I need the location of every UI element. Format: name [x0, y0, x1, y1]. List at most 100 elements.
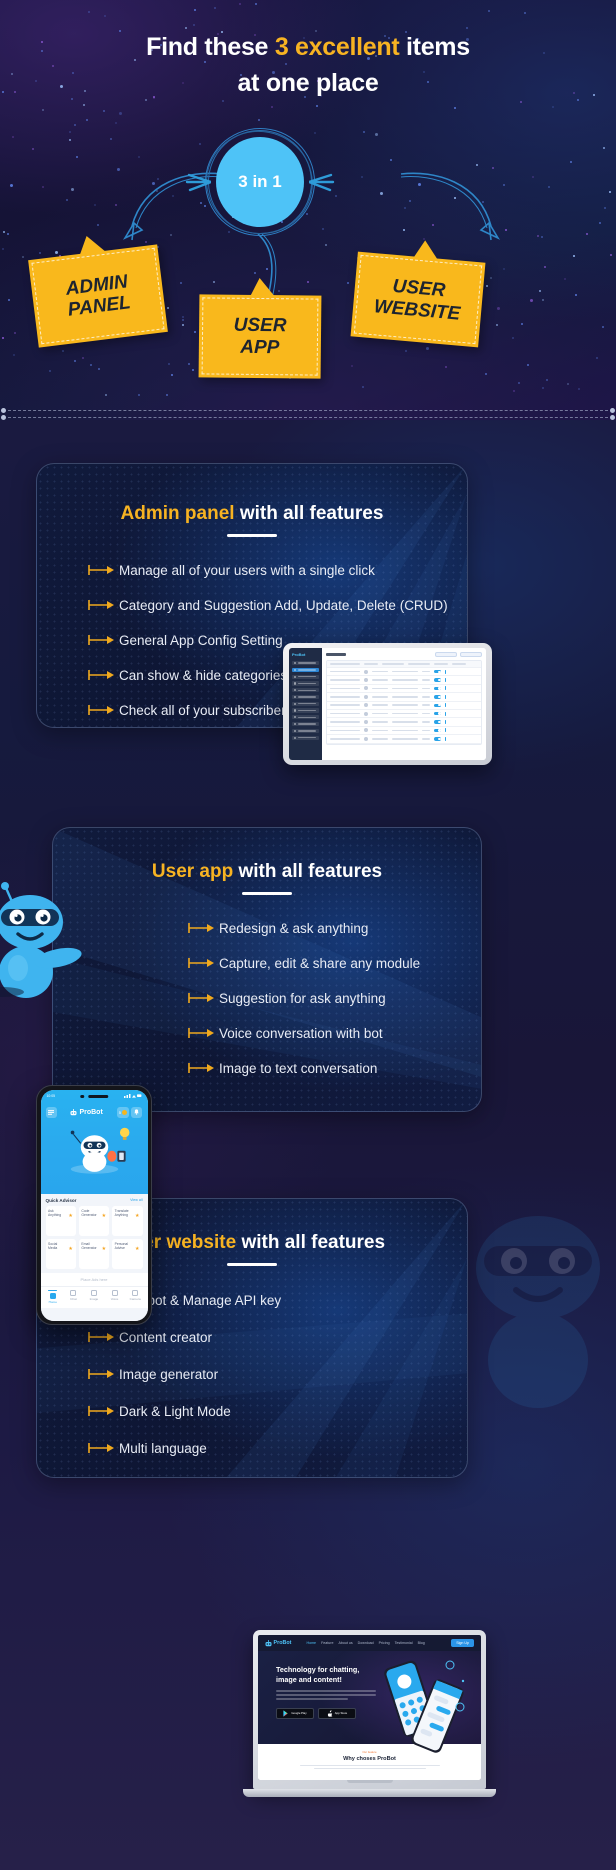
feature-label: Image generator: [119, 1367, 219, 1382]
status-icons: [123, 1093, 142, 1099]
tile-email-generator[interactable]: ★ Email Generator: [78, 1238, 110, 1269]
feature-row: Content creator: [87, 1330, 467, 1346]
app-store-badge[interactable]: App Store: [318, 1707, 356, 1719]
sidebar-item-transaction[interactable]: [292, 681, 319, 686]
ads-placeholder: Place Ads here: [40, 1272, 148, 1286]
website-logo[interactable]: ProBot: [265, 1639, 291, 1647]
nav-link-feature[interactable]: Feature: [321, 1641, 333, 1645]
nav-image[interactable]: Image: [84, 1289, 105, 1305]
menu-icon[interactable]: [45, 1106, 57, 1118]
nav-link-download[interactable]: Download: [358, 1641, 374, 1645]
table-header-row: [327, 661, 481, 668]
sidebar-item-chat-log[interactable]: [292, 708, 319, 713]
sidebar-item-subscriber[interactable]: [292, 688, 319, 693]
tile-translate-anything[interactable]: ★ Translate Anything: [112, 1205, 143, 1236]
quick-advisor-view-all[interactable]: View all: [130, 1198, 142, 1202]
home-icon: [49, 1292, 56, 1299]
arrow-bullet-icon: [187, 921, 219, 937]
tag-user-website[interactable]: USER WEBSITE: [350, 239, 486, 348]
feature-row: Capture, edit & share any module: [187, 956, 481, 972]
status-time: 10:05: [46, 1093, 56, 1098]
nav-camera[interactable]: Camera: [125, 1289, 146, 1305]
feature-label: General App Config Setting: [119, 633, 283, 648]
phone-notch: [80, 1094, 108, 1098]
title-highlight: 3 excellent: [274, 33, 400, 61]
sidebar-item-dashboard[interactable]: [292, 661, 319, 666]
tile-ask-anything[interactable]: ★ Ask Anything: [45, 1205, 76, 1236]
tag-user-app[interactable]: USER APP: [198, 277, 322, 379]
laptop-base: [243, 1789, 496, 1797]
three-in-one-badge: 3 in 1: [185, 118, 335, 247]
tag-web-line1: USER WEBSITE: [373, 276, 462, 325]
table-row[interactable]: [327, 668, 481, 677]
tile-social-media[interactable]: ★ Social Media: [45, 1238, 76, 1269]
feature-row: Category and Suggestion Add, Update, Del…: [87, 598, 467, 614]
star-icon: ★: [101, 1245, 107, 1252]
feature-label: Suggestion for ask anything: [219, 991, 386, 1006]
table-row[interactable]: [327, 718, 481, 727]
table-row[interactable]: [327, 702, 481, 710]
tag-admin-panel[interactable]: ADMIN PANEL: [28, 233, 168, 348]
arrow-bullet-icon: [87, 1441, 119, 1457]
sidebar-item-order-archives[interactable]: [292, 674, 319, 679]
laptop-notch: [346, 1780, 393, 1783]
table-row[interactable]: [327, 676, 481, 685]
signup-button[interactable]: Sign Up: [451, 1639, 474, 1647]
nav-link-about-us[interactable]: About us: [338, 1641, 352, 1645]
card-title-userapp: User app with all features: [53, 861, 481, 883]
camera-icon: [132, 1289, 139, 1296]
feature-row: Redesign & ask anything: [187, 921, 481, 937]
table-row[interactable]: [327, 693, 481, 702]
sidebar-item-suggestion[interactable]: [292, 701, 319, 706]
nav-home[interactable]: Home: [43, 1289, 64, 1304]
feature-row: Image generator: [87, 1367, 467, 1383]
google-play-badge[interactable]: Google Play: [276, 1707, 314, 1719]
nav-voice[interactable]: Voice: [104, 1289, 125, 1305]
card-user-app: User app with all features Redesign & as…: [52, 827, 482, 1112]
hero-section: Find these 3 excellent items at one plac…: [0, 0, 616, 420]
store-badge-label: App Store: [334, 1711, 348, 1716]
card-title-rest: with all features: [236, 1232, 386, 1253]
sidebar-item-categories[interactable]: [292, 694, 319, 700]
section-title: Why choses ProBot: [343, 1755, 396, 1762]
card-title-highlight: Admin panel: [120, 503, 235, 524]
tile-code-generator[interactable]: ★ Code Generator: [78, 1205, 110, 1236]
probot-logo-icon: [70, 1108, 77, 1115]
table-row[interactable]: [327, 710, 481, 719]
sidebar-item-images[interactable]: [292, 715, 319, 720]
sidebar-item-language[interactable]: [292, 728, 319, 733]
table-row[interactable]: [327, 685, 481, 694]
tablet-screen: ProBot: [289, 648, 486, 760]
voice-icon: [111, 1289, 118, 1296]
nav-link-testimonial[interactable]: Testimonial: [395, 1641, 413, 1645]
sidebar-item-app-setting[interactable]: [292, 722, 319, 727]
nav-link-blog[interactable]: Blog: [418, 1641, 425, 1645]
sidebar-item-users[interactable]: [292, 667, 319, 672]
coin-balance[interactable]: 5: [116, 1106, 130, 1118]
notification-bell-icon[interactable]: [131, 1106, 143, 1118]
nav-link-pricing[interactable]: Pricing: [379, 1641, 390, 1645]
table-row[interactable]: [327, 727, 481, 736]
tag-user-line1: USER APP: [233, 314, 287, 358]
admin-topbar-chip[interactable]: [435, 652, 457, 657]
star-icon: ★: [135, 1212, 140, 1219]
tile-personal-advise[interactable]: ★ Personal Advise: [112, 1238, 143, 1269]
feature-row: Suggestion for ask anything: [187, 991, 481, 1007]
sidebar-item-logout[interactable]: [292, 735, 319, 740]
tag-pin: [77, 233, 106, 255]
feature-row: Voice conversation with bot: [187, 1026, 481, 1042]
coin-icon: [122, 1109, 128, 1115]
nav-chat[interactable]: Chat: [63, 1289, 84, 1305]
nav-link-home[interactable]: Home: [306, 1641, 316, 1645]
image-icon: [90, 1289, 97, 1296]
ghost-robot-watermark: [476, 1216, 600, 1408]
card-title-admin: Admin panel with all features: [37, 503, 467, 525]
feature-label: Manage all of your users with a single c…: [119, 563, 375, 578]
table-row[interactable]: [327, 735, 481, 744]
admin-profile-chip[interactable]: [460, 652, 482, 657]
title-line1-b: items: [399, 33, 470, 61]
phone-hero-illustration: [46, 1121, 143, 1176]
website-hero-paragraph: [276, 1690, 376, 1700]
admin-page-heading: [326, 653, 346, 656]
admin-sidebar: ProBot: [289, 648, 322, 760]
